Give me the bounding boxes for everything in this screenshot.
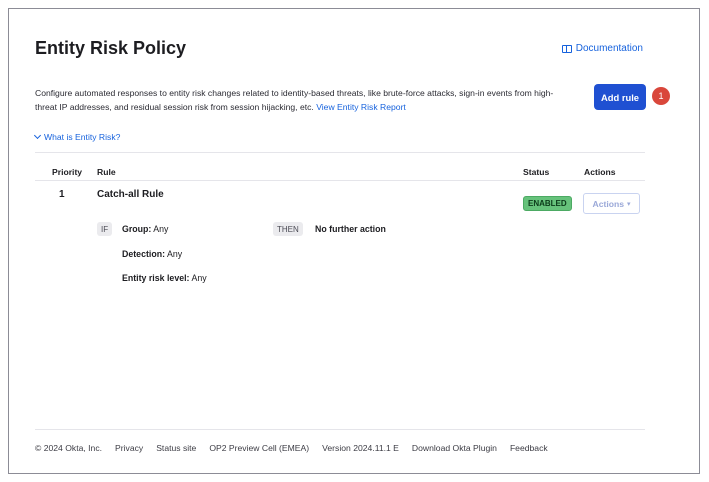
view-entity-risk-report-link[interactable]: View Entity Risk Report [316, 102, 406, 112]
column-header-status: Status [523, 167, 550, 177]
divider [35, 152, 645, 153]
add-rule-button[interactable]: Add rule [594, 84, 646, 110]
condition-entity-risk-level: Entity risk level: Any [122, 273, 207, 283]
status-badge: ENABLED [523, 196, 572, 211]
documentation-label: Documentation [575, 43, 643, 54]
rule-name: Catch-all Rule [97, 189, 164, 200]
page-title: Entity Risk Policy [35, 38, 187, 58]
then-tag: THEN [273, 222, 303, 236]
condition-label: Detection: [122, 249, 166, 259]
caret-down-icon: ▾ [627, 200, 631, 208]
actions-label: Actions [592, 198, 624, 209]
header-divider [35, 180, 645, 181]
then-action: No further action [315, 224, 386, 234]
if-tag: IF [97, 222, 113, 236]
footer: © 2024 Okta, Inc. Privacy Status site OP… [35, 443, 548, 453]
column-header-actions: Actions [584, 167, 616, 177]
condition-value: Any [153, 224, 169, 234]
condition-value: Any [166, 249, 183, 259]
condition-group: Group: Any [122, 224, 168, 234]
condition-value: Any [191, 273, 207, 283]
footer-version: Version 2024.11.1 E [322, 443, 399, 453]
chevron-down-icon [33, 131, 42, 140]
footer-cell: OP2 Preview Cell (EMEA) [209, 443, 310, 453]
column-header-rule: Rule [97, 167, 116, 177]
what-is-entity-risk-label: What is Entity Risk? [44, 132, 121, 142]
condition-label: Group: [122, 224, 152, 234]
footer-divider [35, 429, 645, 430]
actions-dropdown-button[interactable]: Actions ▾ [583, 193, 640, 214]
description-text: Configure automated responses to entity … [35, 88, 554, 112]
rule-priority: 1 [59, 189, 65, 200]
book-icon [561, 44, 572, 53]
condition-label: Entity risk level: [122, 273, 190, 283]
documentation-link[interactable]: Documentation [561, 43, 643, 54]
condition-detection: Detection: Any [122, 249, 182, 259]
footer-download-plugin-link[interactable]: Download Okta Plugin [412, 443, 497, 453]
footer-copyright: © 2024 Okta, Inc. [35, 443, 103, 453]
what-is-entity-risk-toggle[interactable]: What is Entity Risk? [33, 131, 121, 142]
page-description: Configure automated responses to entity … [35, 87, 575, 114]
notification-badge: 1 [652, 87, 670, 105]
footer-feedback-link[interactable]: Feedback [510, 443, 548, 453]
column-header-priority: Priority [52, 167, 83, 177]
page-frame: Entity Risk Policy Documentation Configu… [8, 8, 700, 474]
footer-status-site-link[interactable]: Status site [156, 443, 196, 453]
footer-privacy-link[interactable]: Privacy [115, 443, 143, 453]
